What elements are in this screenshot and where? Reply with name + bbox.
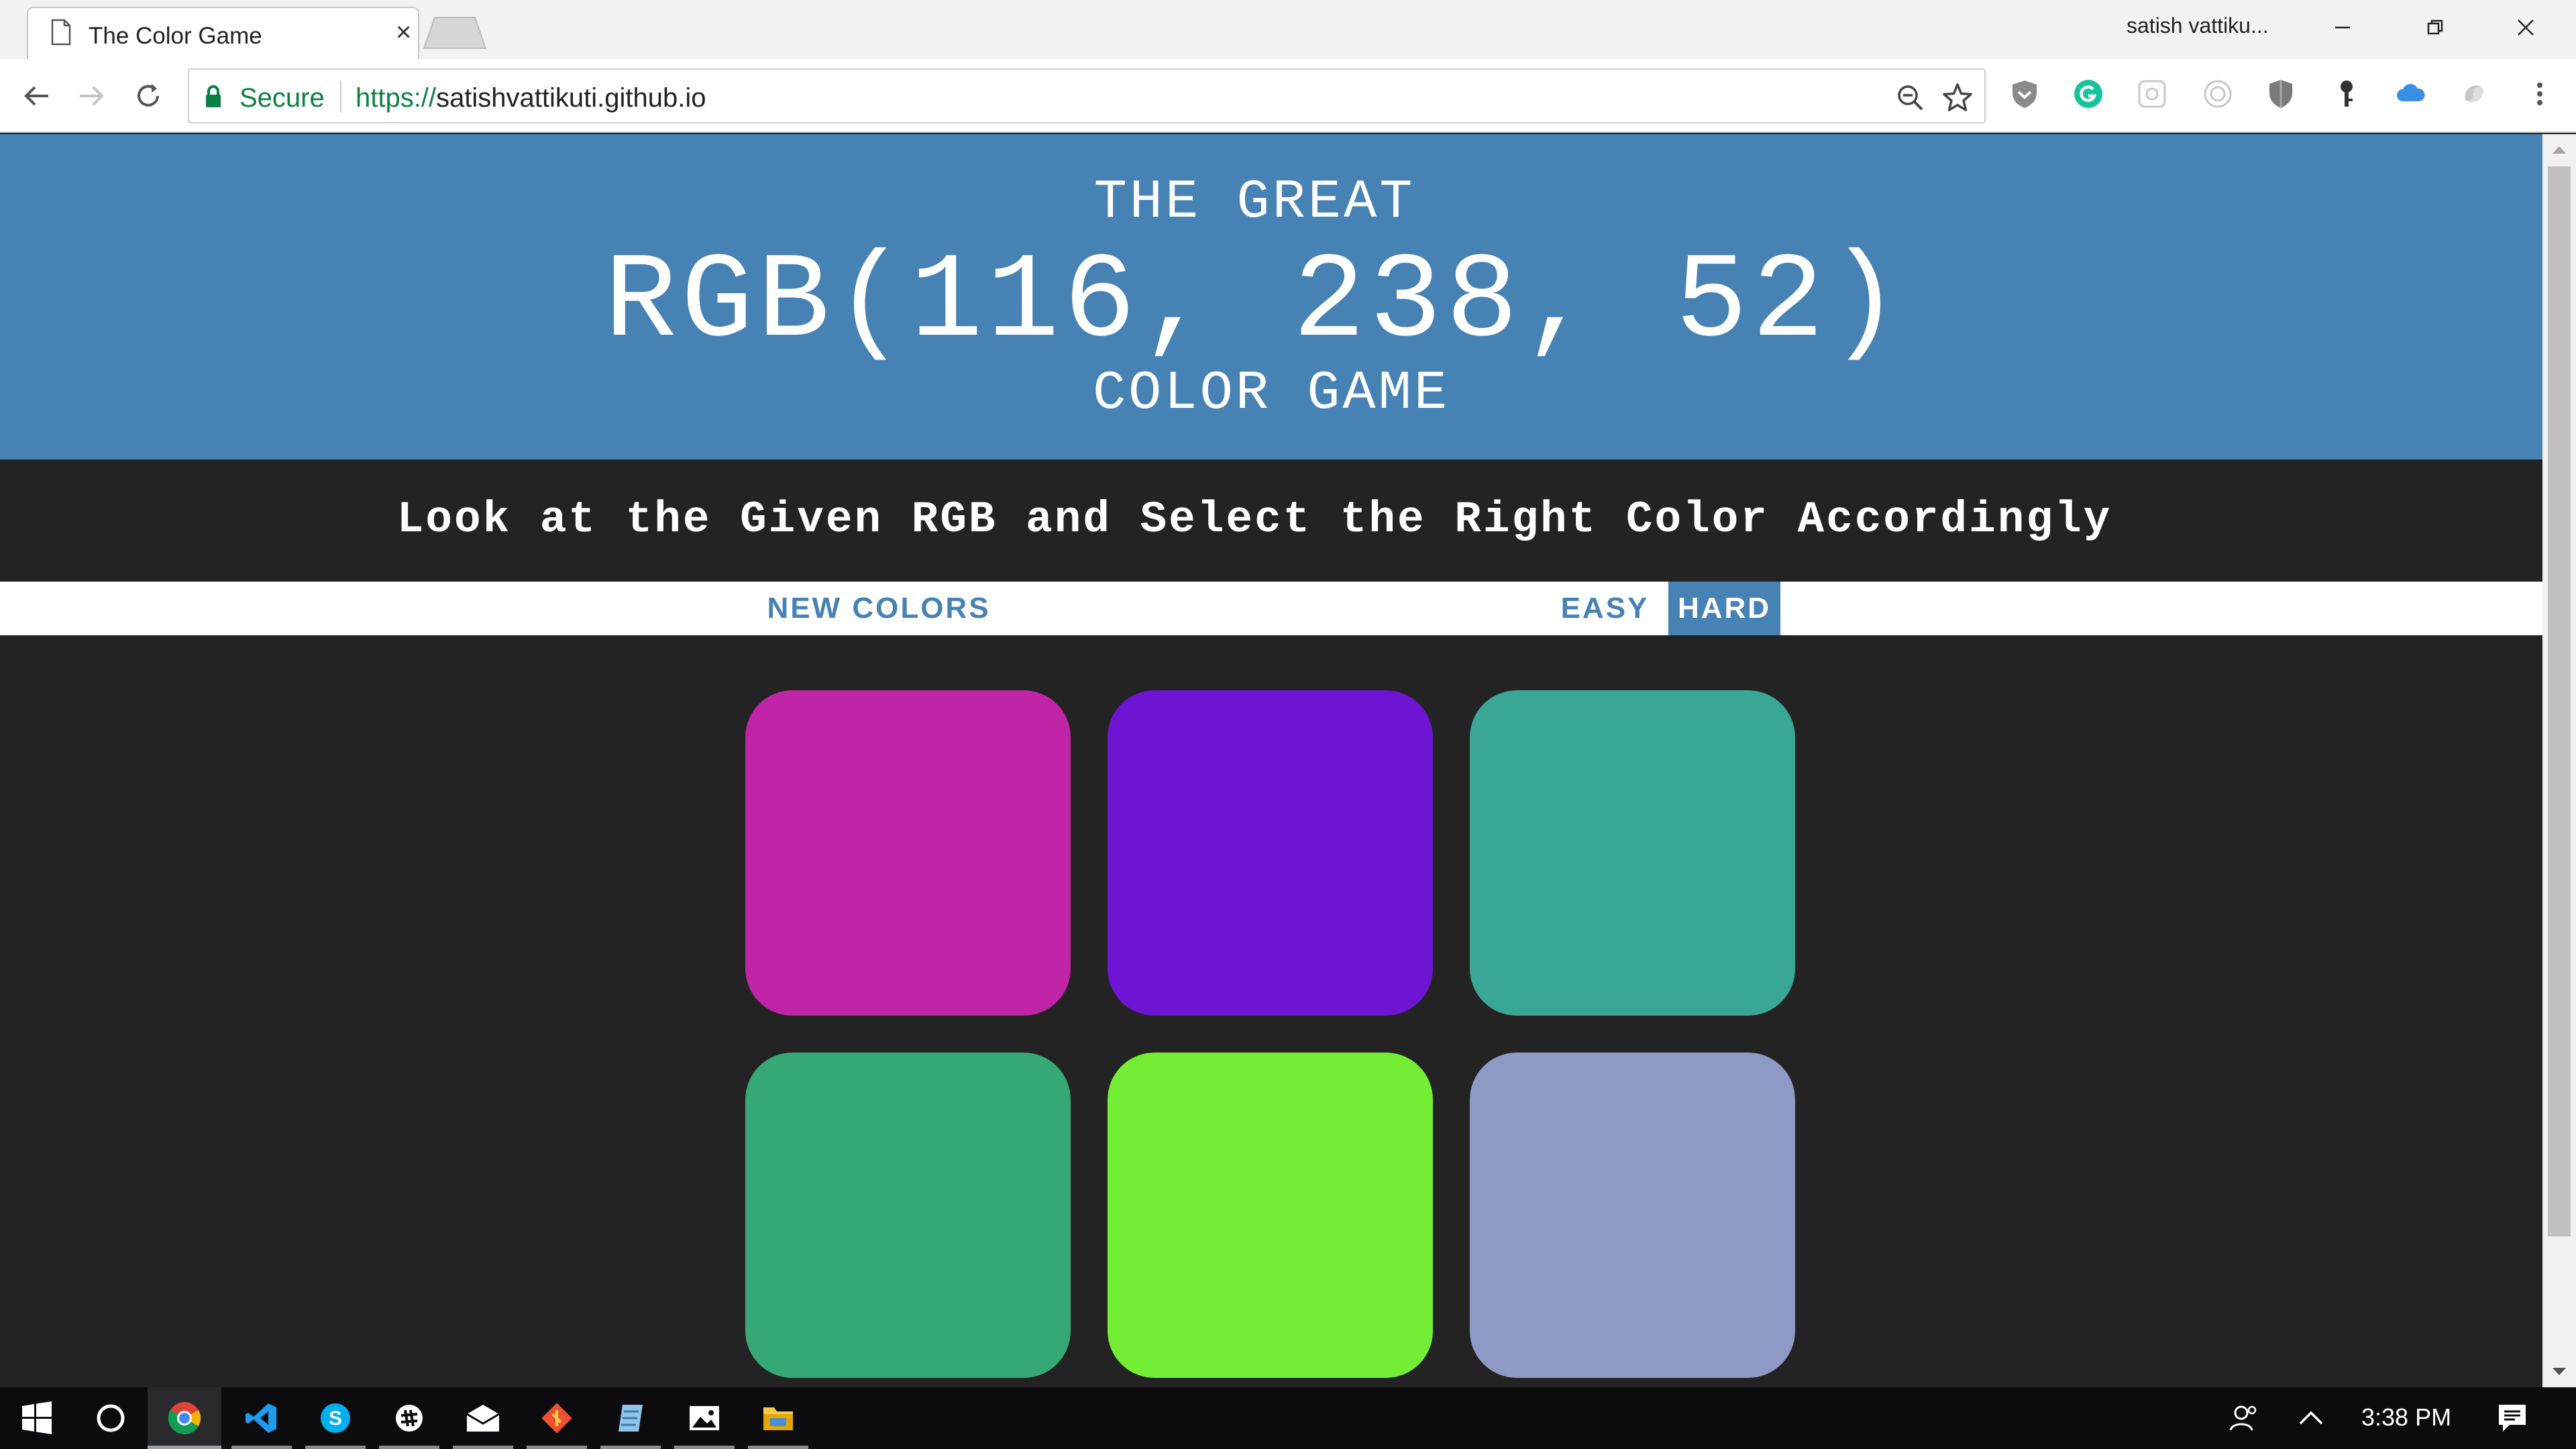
color-square[interactable] [1108,690,1433,1016]
new-colors-button[interactable]: NEW COLORS [758,582,1000,635]
key-icon[interactable] [2328,75,2365,113]
restore-icon[interactable] [2415,11,2455,44]
browser-menu-icon[interactable] [2521,75,2559,113]
header-title-bottom: COLOR GAME [1092,362,1450,425]
url-scheme: https:// [356,83,437,113]
url-text[interactable]: https://satishvattikuti.github.io [356,83,706,113]
tab-close-icon[interactable]: × [396,19,411,46]
instruction-bar: Look at the Given RGB and Select the Rig… [0,460,2542,582]
color-square[interactable] [745,1053,1071,1378]
skype-icon[interactable]: S [299,1387,372,1449]
scrollbar-thumb[interactable] [2548,166,2571,1236]
git-icon[interactable] [520,1387,594,1449]
url-host: satishvattikuti.github.io [436,83,706,113]
mail-icon[interactable] [446,1387,520,1449]
color-square[interactable] [1470,690,1795,1016]
file-explorer-icon[interactable] [741,1387,815,1449]
lock-icon [206,85,221,107]
instruction-text: Look at the Given RGB and Select the Rig… [396,494,2112,545]
scroll-up-arrow-icon[interactable] [2542,134,2576,165]
cloud-icon[interactable] [2392,75,2429,113]
new-tab-button[interactable] [421,15,488,50]
profile-name[interactable]: satish vattiku... [2127,13,2269,38]
bookmark-star-icon[interactable] [1940,80,1975,115]
browser-title-bar: The Color Game × satish vattiku... [0,0,2576,59]
color-square[interactable] [745,690,1071,1016]
taskbar-clock[interactable]: 3:38 PM [2361,1403,2451,1432]
windows-taskbar: S 3:38 PM [0,1387,2576,1449]
easy-mode-button[interactable]: EASY [1543,582,1667,635]
address-bar[interactable]: Secure https://satishvattikuti.github.io [188,68,1986,123]
header-title-top: THE GREAT [1093,171,1415,233]
chrome-icon[interactable] [148,1387,221,1449]
notes-icon[interactable] [594,1387,667,1449]
scroll-down-arrow-icon[interactable] [2542,1356,2576,1387]
omnibox-divider [340,80,341,113]
browser-tab[interactable]: The Color Game × [27,7,419,59]
window-close-icon[interactable] [2506,11,2546,44]
secure-label: Secure [239,83,325,113]
action-center-icon[interactable] [2475,1387,2549,1449]
extension-grid-icon[interactable] [2133,75,2171,113]
color-squares-grid [0,635,2542,1387]
start-icon[interactable] [0,1387,74,1449]
target-extension-icon[interactable] [2199,75,2237,113]
page-viewport: THE GREAT RGB(116, 238, 52) COLOR GAME L… [0,134,2542,1387]
grammarly-icon[interactable] [2070,75,2107,113]
people-icon[interactable] [2207,1387,2281,1449]
game-header: THE GREAT RGB(116, 238, 52) COLOR GAME [0,134,2542,460]
swirl-extension-icon[interactable] [2455,75,2493,113]
svg-text:S: S [329,1407,342,1430]
zoom-icon[interactable] [1893,80,1928,115]
page-icon [51,19,71,46]
hard-mode-button[interactable]: HARD [1668,582,1780,635]
reload-icon[interactable] [127,75,169,117]
rgb-display: RGB(116, 238, 52) [604,235,1905,372]
color-square[interactable] [1470,1053,1795,1378]
security-shield-icon[interactable] [2262,75,2300,113]
back-arrow-icon[interactable] [16,75,58,117]
vscode-icon[interactable] [225,1387,299,1449]
controls-stripe: NEW COLORS EASY HARD [0,582,2542,635]
browser-toolbar: Secure https://satishvattikuti.github.io [0,59,2576,133]
tab-title: The Color Game [89,23,262,49]
slack-icon[interactable] [372,1387,446,1449]
photos-icon[interactable] [667,1387,741,1449]
minimize-icon[interactable] [2322,11,2363,44]
vertical-scrollbar[interactable] [2542,134,2576,1387]
cortana-icon[interactable] [74,1387,148,1449]
forward-arrow-icon[interactable] [70,75,112,117]
chevron-up-icon[interactable] [2274,1387,2348,1449]
shield-extension-icon[interactable] [2006,75,2043,113]
color-square[interactable] [1108,1053,1433,1378]
